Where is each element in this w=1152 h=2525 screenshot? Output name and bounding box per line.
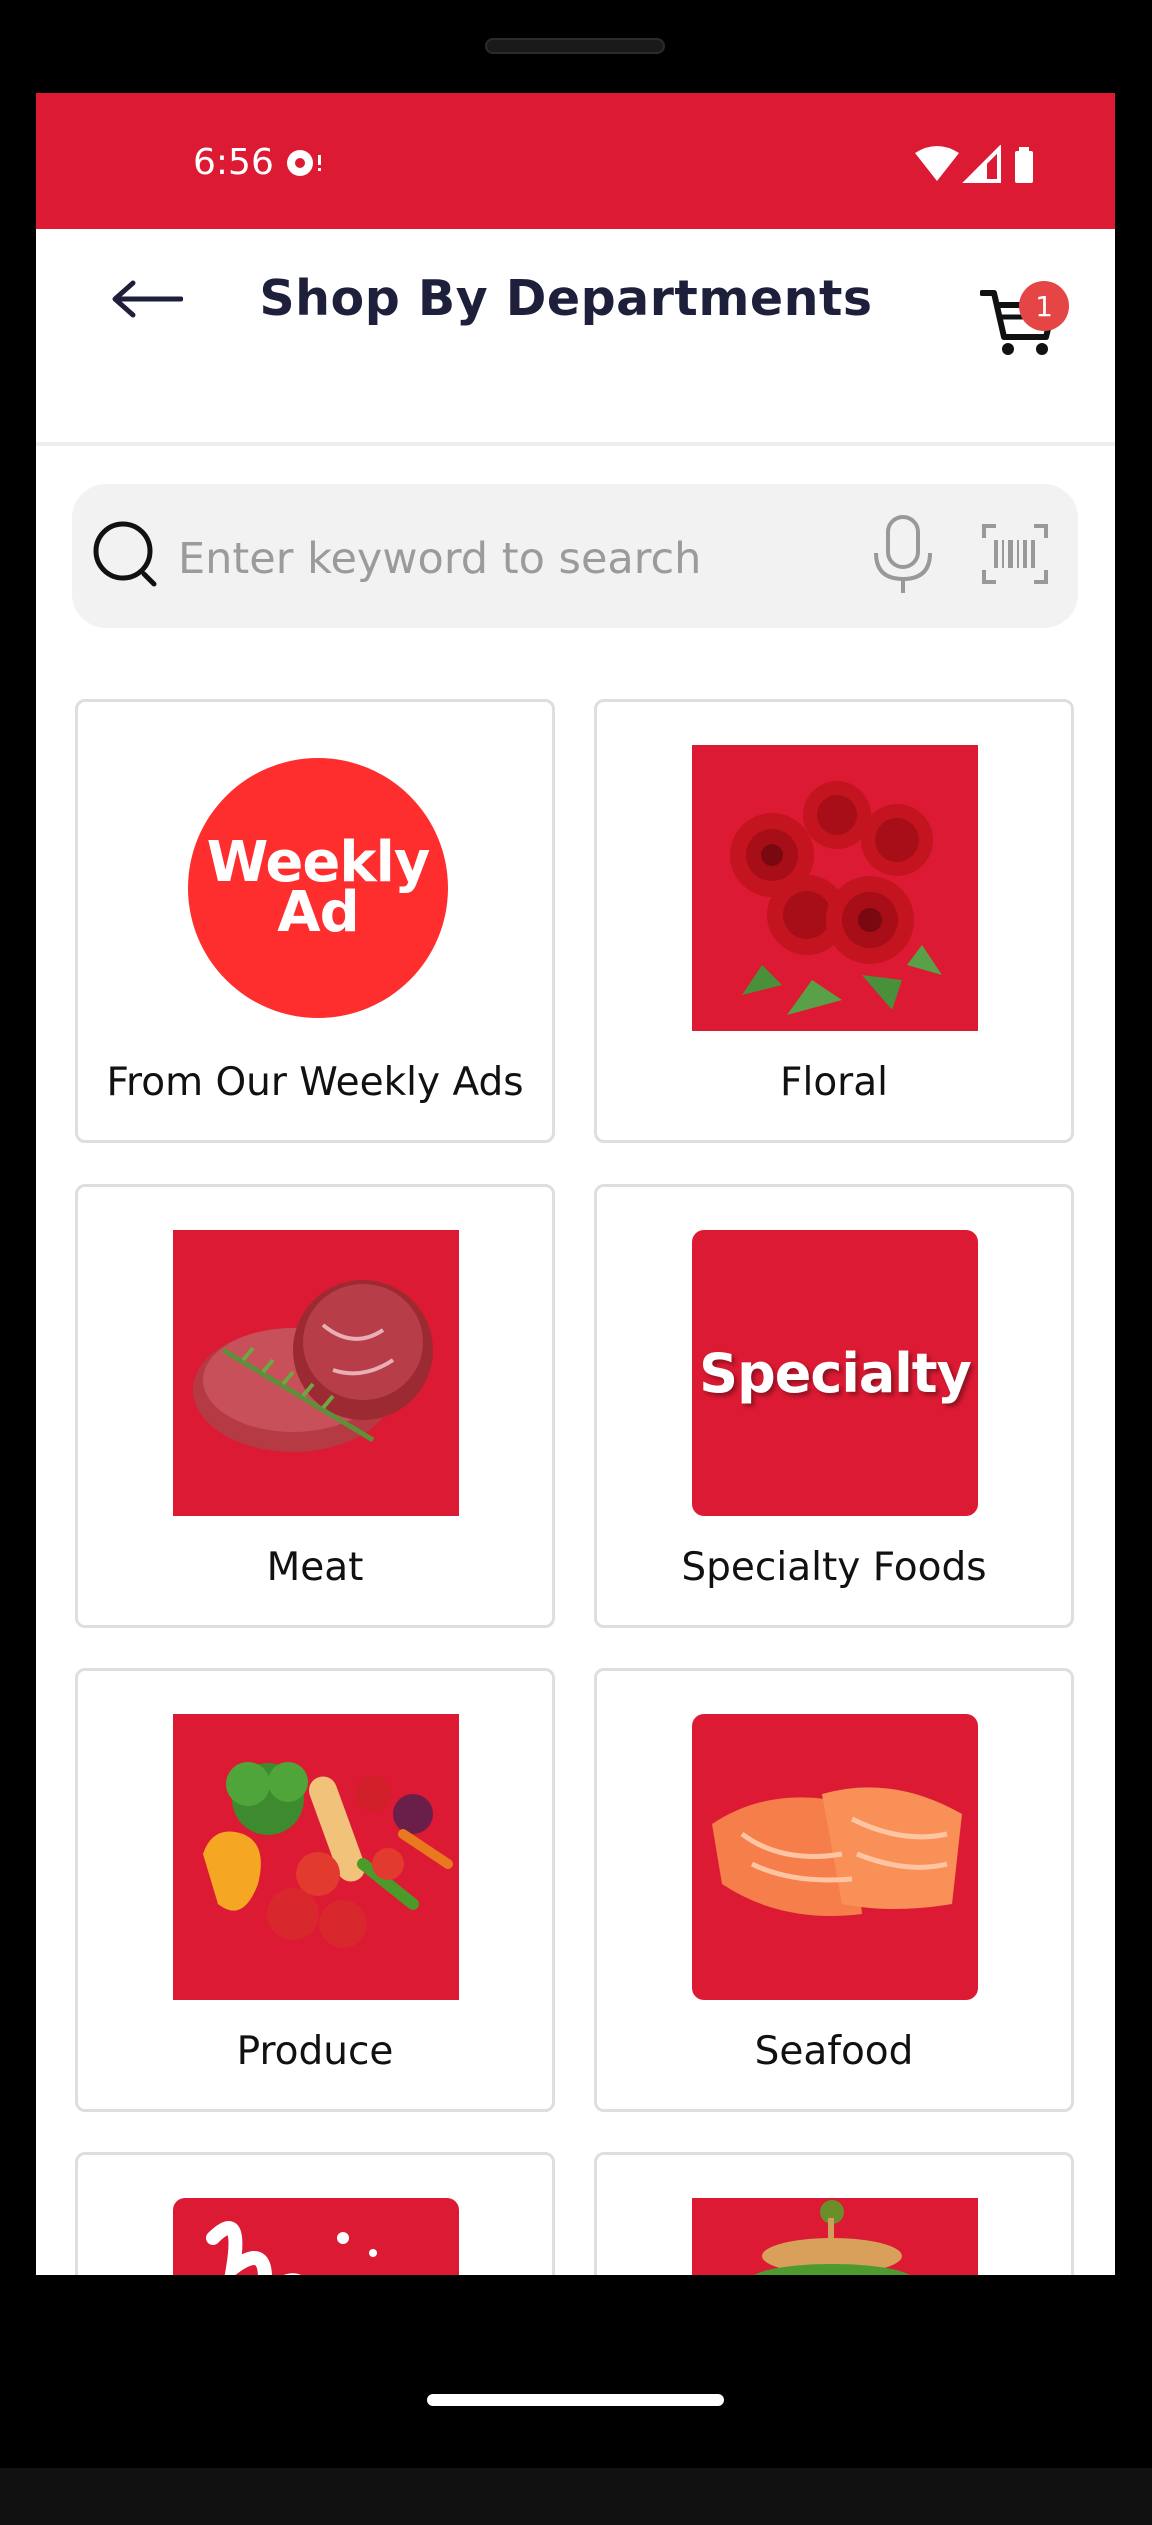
department-label: Meat xyxy=(266,1545,364,1590)
earpiece-speaker xyxy=(485,38,665,54)
salmon-illustration xyxy=(712,1787,962,1916)
meat-illustration xyxy=(193,1280,433,1452)
department-card-produce[interactable]: Produce xyxy=(75,1668,555,2112)
meat-image xyxy=(173,1230,459,1516)
phone-device: 6:56 Shop By Departments 1 Enter keyword… xyxy=(0,0,1152,2525)
weekly-ad-logo-line2: Ad xyxy=(277,880,359,945)
department-card-seafood[interactable]: Seafood xyxy=(594,1668,1074,2112)
roses-illustration xyxy=(730,781,942,1015)
department-label: Produce xyxy=(236,2029,394,2074)
department-label: Floral xyxy=(780,1060,888,1105)
device-bottom-bezel xyxy=(0,2468,1152,2525)
seafood-image xyxy=(692,1714,978,2000)
department-label: From Our Weekly Ads xyxy=(106,1060,524,1105)
produce-image xyxy=(173,1714,459,2000)
department-card-weekly-ads[interactable]: Weekly Ad From Our Weekly Ads xyxy=(75,699,555,1143)
app-screen: 6:56 Shop By Departments 1 Enter keyword… xyxy=(36,93,1115,2368)
vegetables-illustration xyxy=(203,1762,453,1948)
department-label: Specialty Foods xyxy=(681,1545,987,1590)
floral-image xyxy=(692,745,978,1031)
department-label: Seafood xyxy=(754,2029,914,2074)
department-card-meat[interactable]: Meat xyxy=(75,1184,555,1628)
department-card-floral[interactable]: Floral xyxy=(594,699,1074,1143)
departments-grid: Weekly Ad From Our Weekly Ads Floral Mea… xyxy=(36,93,1115,2368)
department-card-specialty-foods[interactable]: Specialty Specialty Foods xyxy=(594,1184,1074,1628)
weekly-ad-logo: Weekly Ad xyxy=(188,758,448,1018)
home-gesture-handle[interactable] xyxy=(427,2394,724,2406)
specialty-image-text: Specialty xyxy=(699,1341,972,1405)
specialty-image: Specialty xyxy=(692,1230,978,1516)
